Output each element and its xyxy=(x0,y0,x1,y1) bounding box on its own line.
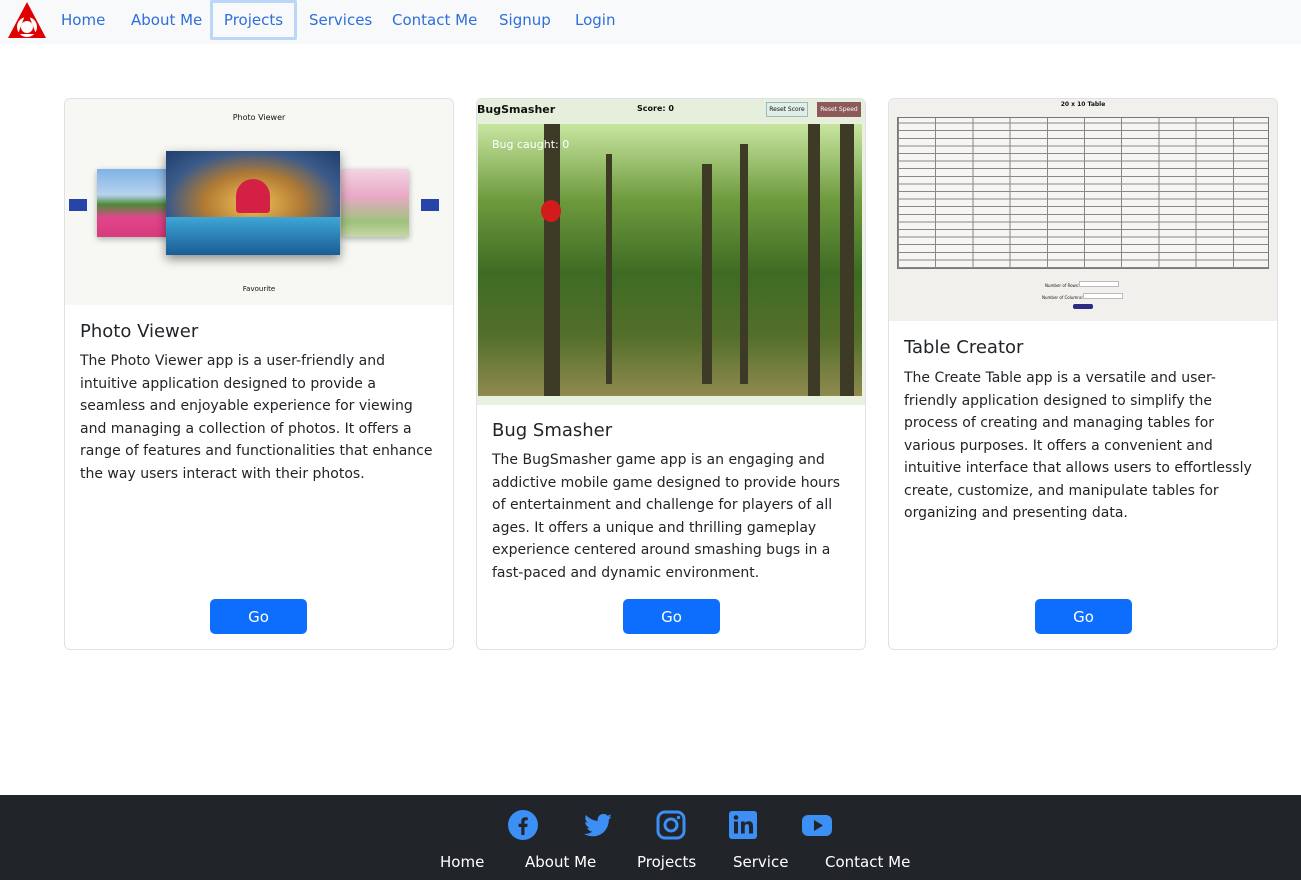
preview-next-arrow-icon xyxy=(421,199,439,211)
table-creator-preview: 20 x 10 Table Number of Rows: Number of … xyxy=(889,99,1277,321)
nav-services[interactable]: Services xyxy=(309,0,372,40)
preview-game-name: BugSmasher xyxy=(477,103,556,116)
preview-heading: Photo Viewer xyxy=(232,113,286,122)
preview-rows-input xyxy=(1079,281,1119,287)
footer-link-about-me[interactable]: About Me xyxy=(525,853,596,871)
nav-projects[interactable]: Projects xyxy=(210,0,297,40)
go-button-photo-viewer[interactable]: Go xyxy=(210,599,307,634)
preview-caption: Favourite xyxy=(242,285,276,293)
preview-reset-speed-button: Reset Speed xyxy=(817,102,861,117)
footer: Home About Me Projects Service Contact M… xyxy=(0,795,1301,880)
footer-link-contact-me[interactable]: Contact Me xyxy=(825,853,910,871)
card-title: Photo Viewer xyxy=(80,321,199,342)
preview-cols-label: Number of Columns: xyxy=(1042,295,1084,300)
card-title: Table Creator xyxy=(904,337,1024,358)
tree-trunk xyxy=(702,164,712,384)
tree-trunk xyxy=(544,124,560,396)
card-text: The Photo Viewer app is a user-friendly … xyxy=(80,353,433,482)
footer-link-service[interactable]: Service xyxy=(733,853,788,871)
tree-trunk xyxy=(840,124,854,396)
tree-trunk xyxy=(606,154,612,384)
preview-photo-lotus xyxy=(166,151,340,255)
tree-trunk xyxy=(808,124,820,396)
ladybug-icon xyxy=(541,200,561,222)
nav-about-me[interactable]: About Me xyxy=(131,0,202,40)
nav-login[interactable]: Login xyxy=(575,0,615,40)
facebook-icon[interactable] xyxy=(507,809,539,841)
instagram-icon[interactable] xyxy=(655,809,687,841)
card-text: The BugSmasher game app is an engaging a… xyxy=(492,452,841,581)
card-text: The Create Table app is a versatile and … xyxy=(904,370,1252,521)
nav-contact-me[interactable]: Contact Me xyxy=(392,0,477,40)
bug-smasher-preview: BugSmasher Score: 0 Reset Score Reset Sp… xyxy=(477,99,865,405)
preview-photo-blossoms xyxy=(341,169,409,237)
go-button-bug-smasher[interactable]: Go xyxy=(623,599,720,634)
twitter-icon[interactable] xyxy=(582,809,614,841)
project-card-bug-smasher: BugSmasher Score: 0 Reset Score Reset Sp… xyxy=(476,98,866,650)
photo-viewer-preview: Photo Viewer Favourite xyxy=(65,99,453,305)
forest-background: Bug caught: 0 xyxy=(478,124,862,396)
preview-score: Score: 0 xyxy=(637,104,674,113)
linkedin-icon[interactable] xyxy=(727,809,759,841)
footer-link-projects[interactable]: Projects xyxy=(637,853,696,871)
nav-signup[interactable]: Signup xyxy=(499,0,551,40)
preview-submit-button xyxy=(1073,304,1093,309)
go-button-table-creator[interactable]: Go xyxy=(1035,599,1132,634)
card-title: Bug Smasher xyxy=(492,420,613,441)
preview-prev-arrow-icon xyxy=(69,199,87,211)
preview-toolbar: BugSmasher Score: 0 Reset Score Reset Sp… xyxy=(477,99,865,123)
project-card-photo-viewer: Photo Viewer Favourite Photo Viewer The … xyxy=(64,98,454,650)
logo-icon[interactable] xyxy=(6,0,48,40)
footer-link-home[interactable]: Home xyxy=(440,853,484,871)
tree-trunk xyxy=(740,144,748,384)
lotus-flower xyxy=(236,179,270,213)
preview-reset-score-button: Reset Score xyxy=(766,102,808,117)
preview-rows-label: Number of Rows: xyxy=(1045,283,1080,288)
preview-photo-tulips xyxy=(97,169,169,237)
youtube-icon[interactable] xyxy=(801,809,833,841)
preview-heading: 20 x 10 Table xyxy=(1060,101,1106,108)
preview-bug-caught: Bug caught: 0 xyxy=(492,138,570,151)
lotus-water xyxy=(166,217,340,255)
project-card-table-creator: 20 x 10 Table Number of Rows: Number of … xyxy=(888,98,1278,650)
navbar: Home About Me Projects Services Contact … xyxy=(0,0,1301,44)
preview-cols-input xyxy=(1083,293,1123,299)
nav-home[interactable]: Home xyxy=(61,0,105,40)
preview-table-grid xyxy=(897,117,1269,269)
